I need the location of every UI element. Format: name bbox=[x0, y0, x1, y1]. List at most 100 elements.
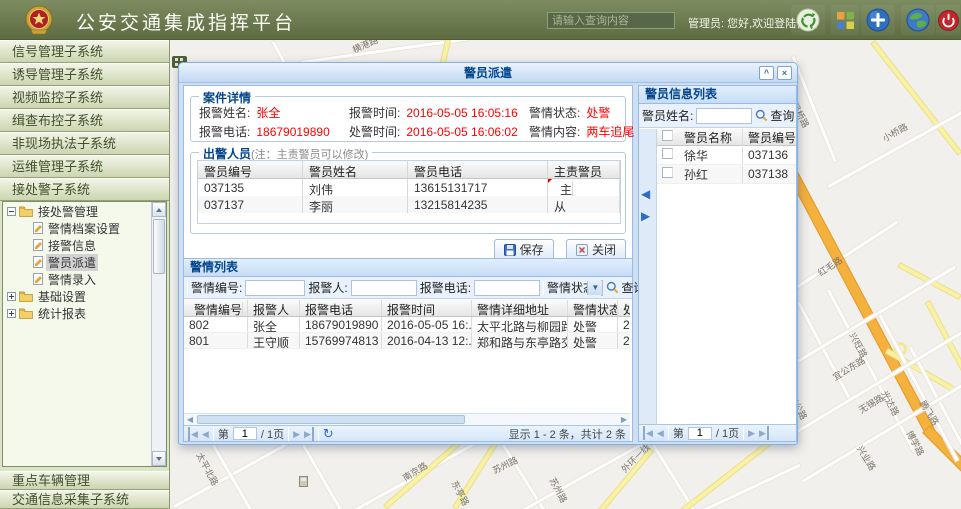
road-label: 苏州路 bbox=[547, 475, 571, 505]
dispatch-tree-panel: 接处警管理 警情档案设置 接警信息 警员派遣 bbox=[2, 201, 167, 467]
caller-name-field: 报警姓名:张全 bbox=[199, 104, 280, 121]
add-button[interactable] bbox=[861, 5, 895, 35]
alarm-id-label: 警情编号: bbox=[191, 279, 242, 296]
col-primary-officer[interactable]: 主责警员 bbox=[548, 161, 620, 178]
scroll-down-icon[interactable] bbox=[152, 451, 166, 466]
caller-label: 报警人: bbox=[308, 279, 347, 296]
scrollbar-thumb[interactable] bbox=[153, 219, 165, 274]
col-caller[interactable]: 报警人 bbox=[248, 300, 300, 316]
table-row[interactable]: 801 王守顺 15769974813 2016-04-13 12:... 郑和… bbox=[184, 333, 630, 349]
document-icon bbox=[33, 239, 43, 251]
officer-name-input[interactable] bbox=[696, 108, 752, 124]
apps-grid-button[interactable] bbox=[831, 5, 859, 35]
page-number-input[interactable] bbox=[688, 427, 712, 440]
save-button[interactable]: 保存 bbox=[494, 239, 554, 260]
tree-node-alarm-info[interactable]: 接警信息 bbox=[3, 237, 166, 253]
col-officer-id[interactable]: 警员编号 bbox=[743, 129, 796, 146]
caller-input[interactable] bbox=[351, 280, 417, 296]
sidebar-item-offsite[interactable]: 非现场执法子系统 bbox=[0, 132, 169, 155]
expand-toggle-icon[interactable] bbox=[7, 309, 16, 318]
officer-query-button[interactable]: 查询 bbox=[755, 107, 794, 124]
sidebar-item-traffic-info-collection[interactable]: 交通信息采集子系统 bbox=[0, 490, 169, 509]
col-status[interactable]: 警情状态 bbox=[568, 300, 618, 316]
col-handle-time[interactable]: 处警时间 bbox=[618, 300, 630, 316]
move-right-icon[interactable]: ▶ bbox=[641, 209, 650, 223]
col-report-time[interactable]: 报警时间 bbox=[382, 300, 472, 316]
table-row[interactable]: 徐华 037136 bbox=[657, 146, 796, 165]
recycle-button[interactable] bbox=[791, 5, 825, 35]
close-window-icon[interactable]: × bbox=[777, 66, 792, 80]
officer-table: 警员名称 警员编号 徐华 037136 孙红 037138 bbox=[657, 129, 796, 184]
last-page-icon[interactable]: ▶ bbox=[759, 426, 769, 440]
col-address[interactable]: 警情详细地址 bbox=[472, 300, 568, 316]
officer-search-bar: 警员姓名: 查询 bbox=[639, 104, 796, 128]
scroll-right-icon[interactable]: ▶ bbox=[618, 414, 630, 425]
tree-node-basic-settings[interactable]: 基础设置 bbox=[3, 288, 166, 304]
dispatched-officers-table: 警员编号 警员姓名 警员电话 主责警员 037135 刘伟 1361513171… bbox=[197, 160, 621, 224]
table-row[interactable]: 037137 李丽 13215814235 从 bbox=[198, 196, 620, 213]
scroll-left-icon[interactable]: ◀ bbox=[184, 414, 196, 425]
prev-page-icon[interactable]: ◀ bbox=[202, 427, 209, 441]
map-road bbox=[383, 439, 462, 509]
map-road bbox=[796, 300, 854, 404]
col-officer-name[interactable]: 警员姓名 bbox=[303, 161, 408, 178]
table-row[interactable]: 037135 刘伟 13615131717 主 bbox=[198, 179, 620, 196]
col-caller-phone[interactable]: 报警电话 bbox=[300, 300, 382, 316]
move-left-icon[interactable]: ◀ bbox=[641, 187, 650, 201]
prev-page-icon[interactable]: ◀ bbox=[657, 426, 664, 440]
globe-button[interactable] bbox=[901, 5, 935, 35]
next-page-icon[interactable]: ▶ bbox=[748, 426, 755, 440]
logout-button[interactable] bbox=[936, 5, 960, 35]
sidebar-item-key-vehicle[interactable]: 重点车辆管理 bbox=[0, 471, 169, 490]
sidebar-item-maintenance[interactable]: 运维管理子系统 bbox=[0, 155, 169, 178]
alarm-status-select[interactable]: ▼ bbox=[601, 280, 603, 296]
tree-node-alarm-entry[interactable]: 警情录入 bbox=[3, 271, 166, 287]
select-all-checkbox[interactable] bbox=[662, 130, 673, 141]
alarm-id-input[interactable] bbox=[245, 280, 305, 296]
tree-node-statistics-report[interactable]: 统计报表 bbox=[3, 305, 166, 321]
scrollbar-thumb[interactable] bbox=[197, 415, 465, 424]
col-officer-id[interactable]: 警员编号 bbox=[198, 161, 303, 178]
col-alarm-id[interactable]: 警情编号 bbox=[184, 300, 248, 316]
sidebar-item-guidance[interactable]: 诱导管理子系统 bbox=[0, 63, 169, 86]
global-search-input[interactable] bbox=[547, 12, 675, 29]
first-page-icon[interactable]: ◀ bbox=[643, 426, 653, 440]
tree-node-officer-dispatch[interactable]: 警员派遣 bbox=[3, 254, 166, 270]
collapse-toggle-icon[interactable] bbox=[7, 207, 16, 216]
close-button[interactable]: 关闭 bbox=[566, 239, 626, 260]
sidebar-item-dispatch-subsystem[interactable]: 接处警子系统 bbox=[0, 178, 169, 201]
page-prefix: 第 bbox=[218, 426, 229, 442]
tree-node-alarm-file-settings[interactable]: 警情档案设置 bbox=[3, 220, 166, 236]
sidebar-item-video[interactable]: 视频监控子系统 bbox=[0, 86, 169, 109]
row-checkbox[interactable] bbox=[662, 167, 673, 178]
tree-scrollbar[interactable] bbox=[151, 202, 166, 466]
horizontal-scrollbar[interactable]: ◀ ▶ bbox=[184, 413, 630, 425]
refresh-icon[interactable]: ↻ bbox=[323, 427, 334, 441]
globe-icon bbox=[906, 8, 930, 32]
table-row[interactable]: 802 张全 18679019890 2016-05-05 16:... 太平北… bbox=[184, 317, 630, 333]
first-page-icon[interactable]: ◀ bbox=[188, 427, 198, 441]
page-number-input[interactable] bbox=[233, 427, 257, 440]
folder-icon bbox=[19, 308, 33, 319]
sidebar-item-investigation[interactable]: 缉查布控子系统 bbox=[0, 109, 169, 132]
tree-node-dispatch-mgmt[interactable]: 接处警管理 bbox=[3, 203, 166, 219]
sidebar-item-signal[interactable]: 信号管理子系统 bbox=[0, 40, 169, 63]
table-header-row: 警员名称 警员编号 bbox=[657, 129, 796, 146]
pagination-summary: 显示 1 - 2 条，共计 2 条 bbox=[509, 426, 626, 442]
map-road bbox=[651, 443, 698, 509]
next-page-icon[interactable]: ▶ bbox=[293, 427, 300, 441]
collapse-window-icon[interactable]: ^ bbox=[759, 66, 774, 80]
phone-input[interactable] bbox=[474, 280, 540, 296]
scroll-up-icon[interactable] bbox=[152, 202, 166, 217]
last-page-icon[interactable]: ▶ bbox=[304, 427, 314, 441]
row-checkbox[interactable] bbox=[662, 148, 673, 159]
dispatched-officers-fieldset: 出警人员(注：主责警员可以修改) 警员编号 警员姓名 警员电话 主责警员 037… bbox=[190, 152, 626, 234]
handle-time-field: 处警时间:2016-05-05 16:06:02 bbox=[349, 123, 518, 140]
chevron-down-icon[interactable]: ▼ bbox=[587, 281, 602, 295]
col-officer-phone[interactable]: 警员电话 bbox=[408, 161, 548, 178]
expand-toggle-icon[interactable] bbox=[7, 292, 16, 301]
col-officer-name[interactable]: 警员名称 bbox=[679, 129, 743, 146]
phone-label: 报警电话: bbox=[420, 279, 471, 296]
table-row[interactable]: 孙红 037138 bbox=[657, 165, 796, 184]
apps-grid-icon bbox=[837, 12, 854, 29]
